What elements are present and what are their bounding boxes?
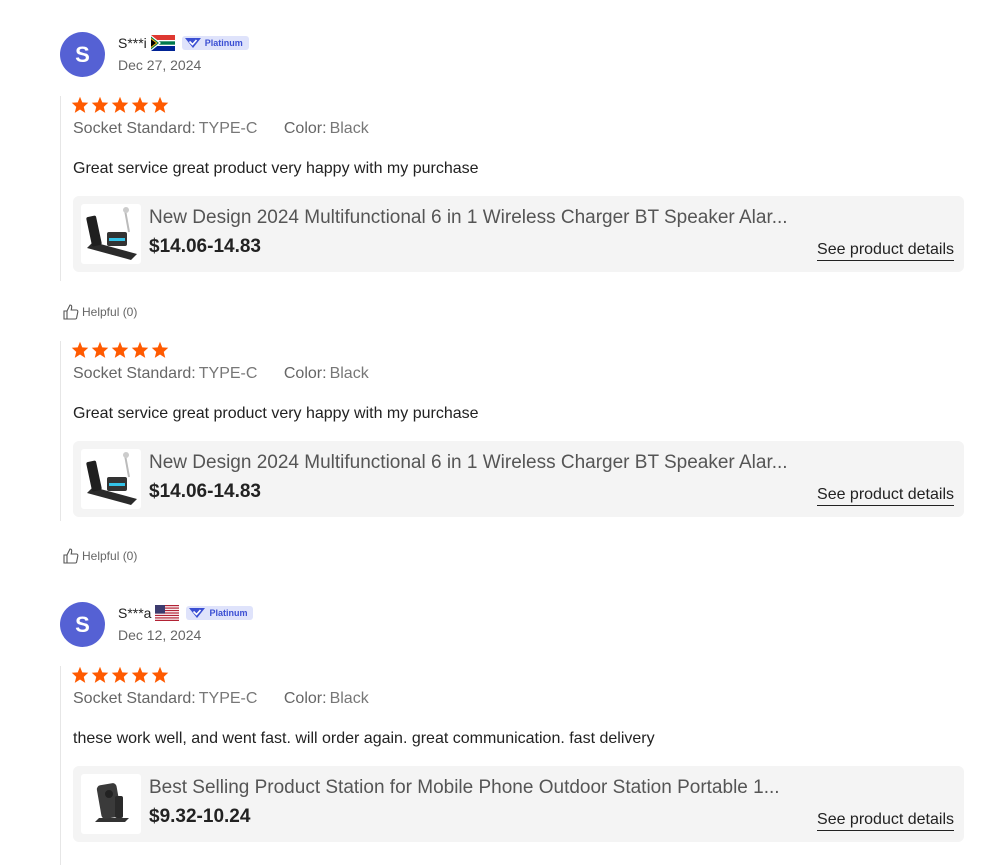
review-body: Socket Standard: TYPE-C Color: Black Great…: [60, 341, 965, 521]
star-icon: [111, 96, 129, 113]
star-icon: [151, 666, 169, 683]
reviewer-name: S***a: [118, 605, 152, 621]
star-icon: [131, 666, 149, 683]
wireless-charger-stand-icon: [86, 207, 137, 260]
product-title[interactable]: Best Selling Product Station for Mobile …: [149, 777, 809, 799]
usa-flag-icon: [155, 605, 180, 621]
avatar: S: [60, 602, 105, 647]
shield-check-icon: [189, 608, 206, 618]
south-africa-flag-icon: [150, 35, 175, 51]
spec-label: Socket Standard:: [73, 120, 196, 137]
product-specs: Socket Standard: TYPE-C Color: Black: [73, 365, 391, 383]
phone-charging-station-icon: [95, 783, 129, 822]
spec-label: Socket Standard:: [73, 365, 196, 382]
product-thumbnail[interactable]: [81, 774, 141, 834]
product-price: $9.32-10.24: [149, 806, 251, 827]
spec-value: TYPE-C: [198, 120, 258, 137]
badge-label: Platinum: [204, 38, 243, 48]
review-comment: these work well, and went fast. will ord…: [73, 730, 655, 747]
spec-label: Color:: [283, 120, 327, 137]
star-icon: [71, 341, 89, 358]
spec-label: Color:: [283, 365, 327, 382]
star-icon: [71, 666, 89, 683]
helpful-label: Helpful (0): [82, 305, 138, 319]
reviewer-name: S***i: [118, 35, 147, 51]
star-icon: [151, 96, 169, 113]
spec-value: TYPE-C: [198, 365, 258, 382]
product-price: $14.06-14.83: [149, 481, 261, 502]
product-card[interactable]: Best Selling Product Station for Mobile …: [73, 766, 964, 842]
star-icon: [111, 341, 129, 358]
reviewer-name-line: S***a Platinum: [118, 604, 254, 622]
star-icon: [111, 666, 129, 683]
product-specs: Socket Standard: TYPE-C Color: Black: [73, 120, 391, 138]
reviews-list: S S***i Platinum Dec 27, 2024 Socket Sta…: [0, 0, 990, 865]
product-card[interactable]: New Design 2024 Multifunctional 6 in 1 W…: [73, 441, 964, 517]
review-date: Dec 27, 2024: [118, 57, 202, 73]
avatar: S: [60, 32, 105, 77]
helpful-button[interactable]: Helpful (0): [63, 548, 137, 564]
star-rating: [71, 341, 169, 359]
platinum-badge: Platinum: [186, 606, 254, 620]
product-title[interactable]: New Design 2024 Multifunctional 6 in 1 W…: [149, 207, 809, 229]
star-icon: [91, 666, 109, 683]
spec-value: Black: [329, 365, 369, 382]
reviewer-header: S S***i Platinum Dec 27, 2024: [60, 32, 460, 78]
badge-label: Platinum: [209, 608, 248, 618]
see-product-details-link[interactable]: See product details: [817, 811, 954, 831]
product-thumbnail[interactable]: [81, 449, 141, 509]
see-product-details-link[interactable]: See product details: [817, 486, 954, 506]
star-icon: [91, 341, 109, 358]
star-rating: [71, 96, 169, 114]
star-icon: [71, 96, 89, 113]
wireless-charger-stand-icon: [86, 452, 137, 505]
reviewer-header: S S***a Platinum Dec 12, 2024: [60, 602, 460, 648]
product-card[interactable]: New Design 2024 Multifunctional 6 in 1 W…: [73, 196, 964, 272]
platinum-badge: Platinum: [181, 36, 249, 50]
star-icon: [91, 96, 109, 113]
reviewer-name-line: S***i Platinum: [118, 34, 249, 52]
product-thumbnail[interactable]: [81, 204, 141, 264]
review-date: Dec 12, 2024: [118, 627, 202, 643]
review-body: Socket Standard: TYPE-C Color: Black Great…: [60, 96, 965, 281]
product-price: $14.06-14.83: [149, 236, 261, 257]
spec-value: Black: [329, 120, 369, 137]
product-title[interactable]: New Design 2024 Multifunctional 6 in 1 W…: [149, 452, 809, 474]
product-specs: Socket Standard: TYPE-C Color: Black: [73, 690, 391, 708]
star-icon: [131, 341, 149, 358]
spec-label: Color:: [283, 690, 327, 707]
star-icon: [131, 96, 149, 113]
thumbs-up-icon: [63, 304, 79, 320]
review-comment: Great service great product very happy w…: [73, 405, 479, 422]
shield-check-icon: [184, 38, 201, 48]
see-product-details-link[interactable]: See product details: [817, 241, 954, 261]
spec-value: Black: [329, 690, 369, 707]
helpful-button[interactable]: Helpful (0): [63, 304, 137, 320]
helpful-label: Helpful (0): [82, 549, 138, 563]
spec-label: Socket Standard:: [73, 690, 196, 707]
star-rating: [71, 666, 169, 684]
spec-value: TYPE-C: [198, 690, 258, 707]
star-icon: [151, 341, 169, 358]
review-comment: Great service great product very happy w…: [73, 160, 479, 177]
review-body: Socket Standard: TYPE-C Color: Black these…: [60, 666, 965, 865]
thumbs-up-icon: [63, 548, 79, 564]
